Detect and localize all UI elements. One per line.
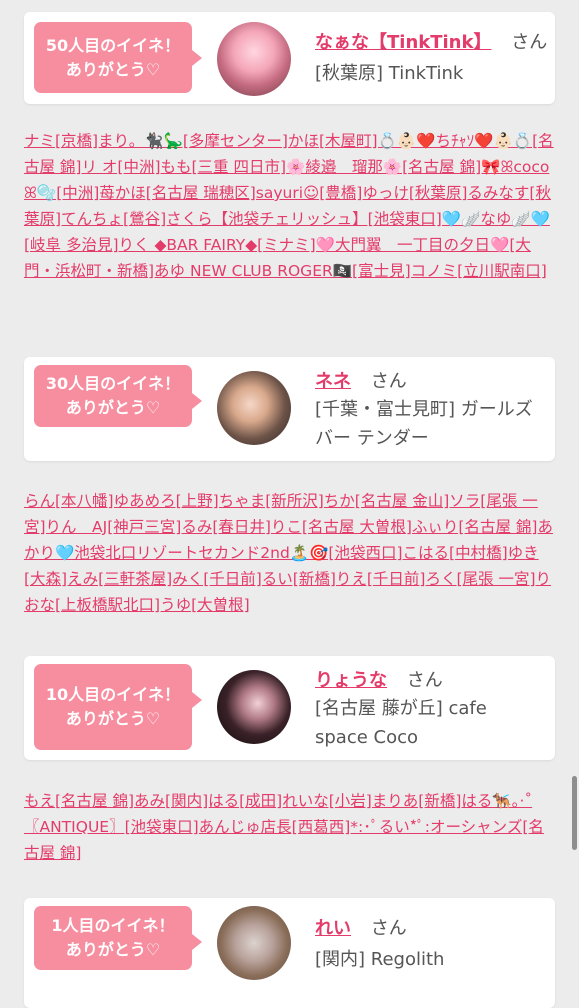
badge-line-1: 30人目のイイネ！ bbox=[45, 374, 181, 393]
badge-line-2: ありがとう♡ bbox=[65, 940, 161, 959]
scrollbar-thumb[interactable] bbox=[572, 776, 577, 850]
honorific: さん bbox=[370, 371, 407, 392]
liker-list[interactable]: らん[本八幡]ゆあめろ[上野]ちゃま[新所沢]ちか[名古屋 金山]ソラ[尾張 一… bbox=[24, 488, 555, 618]
honorific: さん bbox=[370, 918, 407, 939]
avatar[interactable] bbox=[217, 22, 291, 96]
like-card-50: 50人目のイイネ！ ありがとう♡ なぁな【TinkTink】 さん [秋葉原] … bbox=[24, 12, 555, 104]
name-line: れい さん bbox=[315, 914, 407, 940]
badge-line-1: 50人目のイイネ！ bbox=[45, 35, 181, 55]
honorific: さん bbox=[511, 32, 548, 53]
name-line: なぁな【TinkTink】 さん bbox=[315, 28, 547, 54]
name-line: りょうな さん bbox=[315, 666, 443, 692]
honorific: さん bbox=[406, 670, 443, 691]
badge-line-2: ありがとう♡ bbox=[65, 398, 161, 417]
like-count-badge: 10人目のイイネ！ ありがとう♡ bbox=[34, 664, 202, 750]
liker-list[interactable]: もえ[名古屋 錦]あみ[関内]はる[成田]れいな[小岩]まりあ[新橋]はる🐕‍🦺… bbox=[24, 788, 555, 866]
shop-info: [名古屋 藤が丘] cafe space Coco bbox=[315, 698, 487, 748]
like-card-30: 30人目のイイネ！ ありがとう♡ ネネ さん [千葉・富士見町] ガールズバー … bbox=[24, 357, 555, 461]
like-count-badge: 1人目のイイネ！ ありがとう♡ bbox=[34, 906, 202, 970]
like-count-badge: 50人目のイイネ！ ありがとう♡ bbox=[34, 22, 202, 93]
like-card-10: 10人目のイイネ！ ありがとう♡ りょうな さん [名古屋 藤が丘] cafe … bbox=[24, 656, 555, 760]
badge-line-1: 10人目のイイネ！ bbox=[45, 685, 181, 704]
user-name-link[interactable]: なぁな【TinkTink】 bbox=[315, 32, 491, 53]
badge-line-1: 1人目のイイネ！ bbox=[51, 916, 175, 935]
avatar[interactable] bbox=[217, 371, 291, 445]
avatar[interactable] bbox=[217, 670, 291, 744]
avatar[interactable] bbox=[217, 906, 291, 980]
user-name-link[interactable]: れい bbox=[315, 918, 351, 939]
badge-line-2: ありがとう♡ bbox=[65, 709, 161, 728]
name-line: ネネ さん bbox=[315, 367, 407, 393]
like-count-badge: 30人目のイイネ！ ありがとう♡ bbox=[34, 365, 202, 427]
badge-line-2: ありがとう♡ bbox=[65, 59, 161, 79]
user-name-link[interactable]: ネネ bbox=[315, 371, 351, 392]
like-card-1: 1人目のイイネ！ ありがとう♡ れい さん [関内] Regolith bbox=[24, 898, 555, 1008]
shop-info: [関内] Regolith bbox=[315, 949, 445, 970]
liker-list[interactable]: ナミ[京橋]まり。🐈‍⬛🦕[多摩センター]かほ[木屋町]💍👶🏻❤️ちﾁｬｿ❤️👶… bbox=[24, 128, 555, 284]
user-name-link[interactable]: りょうな bbox=[315, 670, 387, 691]
shop-info: [千葉・富士見町] ガールズバー テンダー bbox=[315, 399, 533, 449]
shop-info: [秋葉原] TinkTink bbox=[315, 63, 464, 84]
